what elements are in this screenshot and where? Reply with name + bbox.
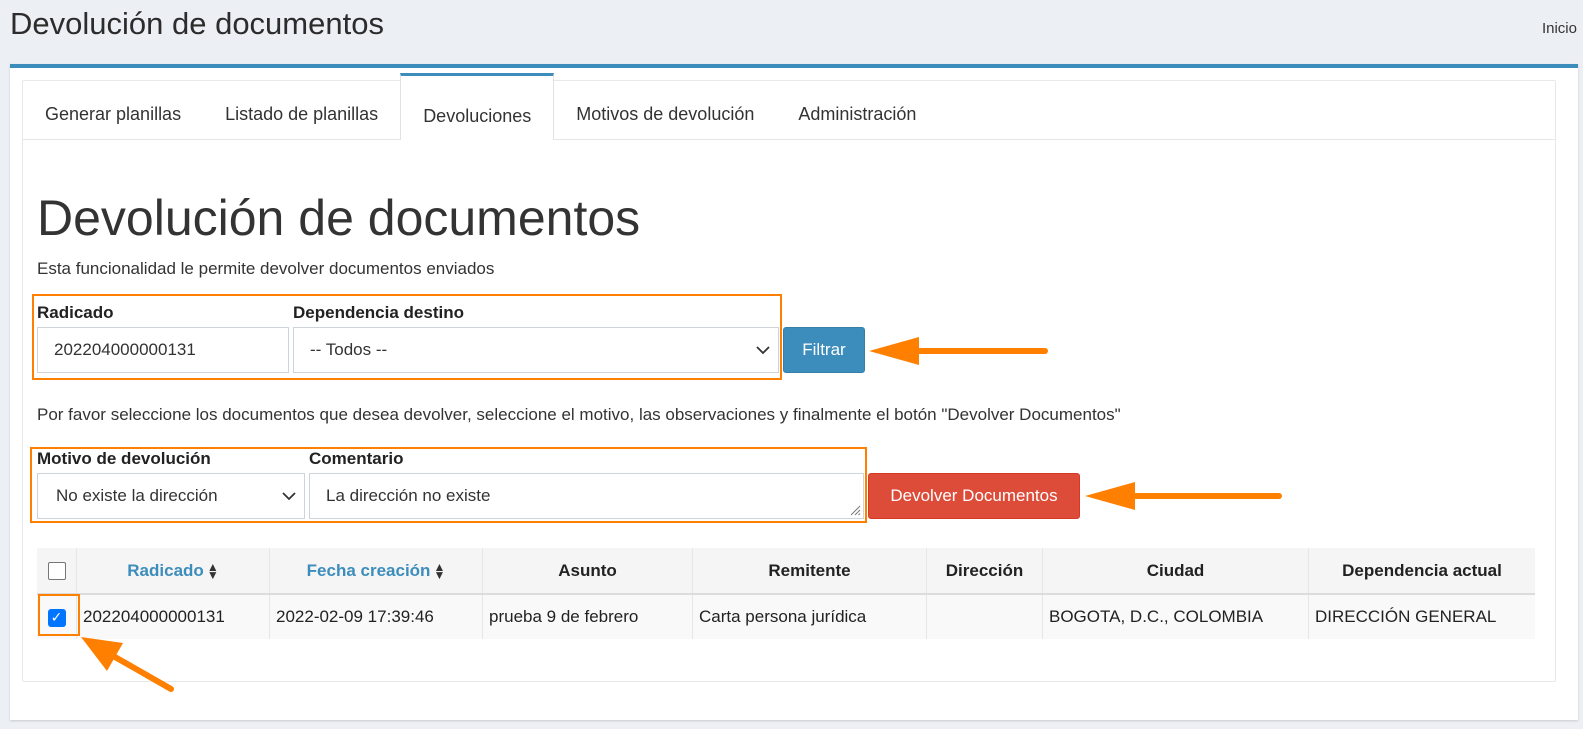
filter-button[interactable]: Filtrar [783,327,865,373]
chevron-down-icon [282,488,296,504]
comentario-textarea[interactable]: La dirección no existe [309,473,864,519]
main-card: Generar planillas Listado de planillas D… [10,64,1578,720]
chevron-down-icon [756,342,770,358]
comentario-textarea-value: La dirección no existe [326,486,491,505]
arrow-icon [81,637,174,692]
motivo-select[interactable]: No existe la dirección [37,473,305,519]
motivo-label: Motivo de devolución [37,449,211,468]
arrow-icon [869,337,1048,365]
sort-icon: ▲ ▼ [433,560,446,583]
arrow-icon [1085,482,1282,510]
table-row[interactable]: ✓ 202204000000131 2022-02-09 17:39:46 pr… [37,594,1535,639]
cell-dependencia: DIRECCIÓN GENERAL [1308,594,1535,639]
select-all-cell [37,548,77,595]
comentario-label: Comentario [309,449,404,468]
checkbox-highlight-box [38,594,80,636]
column-header-ciudad: Ciudad [1042,548,1309,595]
tab-listado-planillas[interactable]: Listado de planillas [203,81,400,139]
column-label: Fecha creación [306,560,431,580]
resize-grip-icon[interactable] [849,504,861,516]
cell-radicado: 202204000000131 [76,594,270,639]
cell-remitente: Carta persona jurídica [692,594,927,639]
tab-motivos-devolucion[interactable]: Motivos de devolución [554,81,776,139]
column-header-direccion: Dirección [926,548,1043,595]
motivo-select-value: No existe la dirección [56,486,218,505]
tab-bar: Generar planillas Listado de planillas D… [23,73,1555,140]
column-header-asunto: Asunto [482,548,693,595]
column-header-radicado[interactable]: Radicado ▲ ▼ [76,548,270,595]
dependencia-select[interactable]: -- Todos -- [293,327,779,373]
column-header-dependencia: Dependencia actual [1308,548,1535,595]
cell-ciudad: BOGOTA, D.C., COLOMBIA [1042,594,1309,639]
section-title: Devolución de documentos [37,190,641,246]
return-documents-button[interactable]: Devolver Documentos [868,473,1080,519]
tab-devoluciones[interactable]: Devoluciones [400,73,555,140]
cell-direccion [926,594,1043,639]
tab-administracion[interactable]: Administración [776,81,938,139]
radicado-input-value: 202204000000131 [54,340,196,359]
cell-fecha: 2022-02-09 17:39:46 [269,594,483,639]
dependencia-label: Dependencia destino [293,303,464,322]
dependencia-select-value: -- Todos -- [310,340,388,359]
tab-panel: Generar planillas Listado de planillas D… [22,73,1556,692]
page-title: Devolución de documentos [10,6,384,41]
radicado-input[interactable]: 202204000000131 [37,327,289,373]
select-all-checkbox[interactable] [47,562,66,581]
cell-asunto: prueba 9 de febrero [482,594,693,639]
documents-table: Radicado ▲ ▼ Fecha creación ▲ ▼ Asunto Remit… [37,548,1535,639]
sort-icon: ▲ ▼ [206,560,219,583]
section-description: Esta funcionalidad le permite devolver d… [37,259,495,278]
table-header-row: Radicado ▲ ▼ Fecha creación ▲ ▼ Asunto Remit… [37,548,1535,595]
column-label: Radicado [127,560,204,580]
column-header-remitente: Remitente [692,548,927,595]
instructions-text: Por favor seleccione los documentos que … [37,405,1121,424]
column-header-fecha[interactable]: Fecha creación ▲ ▼ [269,548,483,595]
tab-generar-planillas[interactable]: Generar planillas [23,81,203,139]
radicado-label: Radicado [37,303,114,322]
home-link[interactable]: Inicio [1542,20,1577,37]
